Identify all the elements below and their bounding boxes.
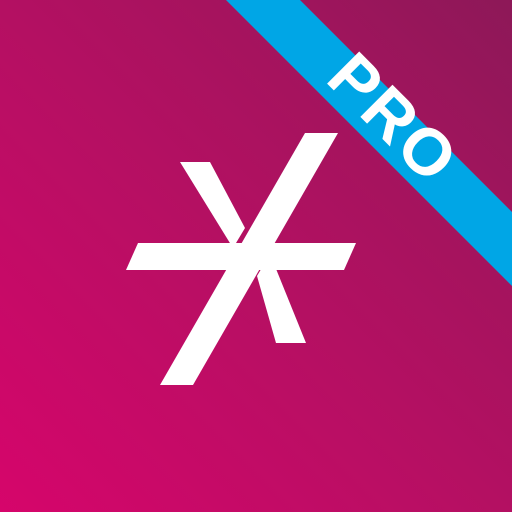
app-icon: PRO [0,0,512,512]
pro-ribbon: PRO [226,0,512,286]
